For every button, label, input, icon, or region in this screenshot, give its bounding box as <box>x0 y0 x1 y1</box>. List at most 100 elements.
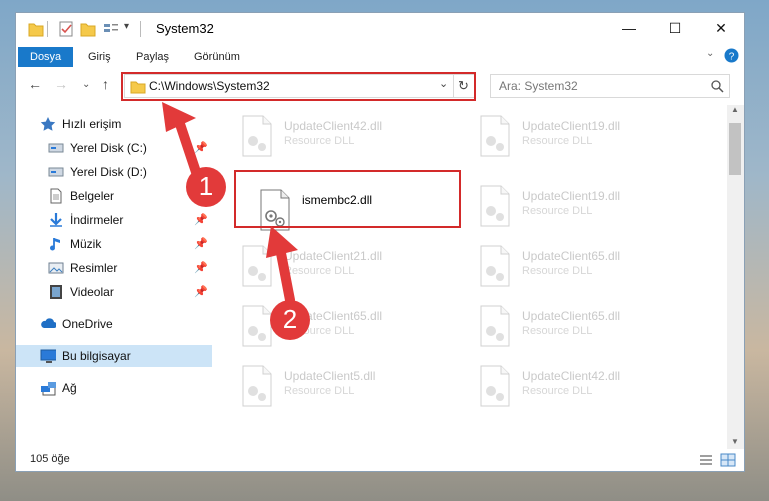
svg-text:?: ? <box>729 52 735 63</box>
sidebar-item-local-disk-d[interactable]: Yerel Disk (D:) <box>16 161 212 183</box>
view-options-icon[interactable] <box>102 20 120 38</box>
cloud-icon <box>41 318 56 328</box>
sidebar-item-music[interactable]: Müzik 📌 <box>16 233 212 255</box>
file-item[interactable]: UpdateClient65.dll Resource DLL <box>470 301 690 353</box>
dll-file-icon <box>480 245 510 287</box>
file-item-ismembc2[interactable]: ismembc2.dll <box>250 185 470 237</box>
sidebar-item-documents[interactable]: Belgeler 📌 <box>16 185 212 207</box>
window-title: System32 <box>156 21 214 36</box>
sidebar-item-label: Belgeler <box>70 189 115 203</box>
scroll-up-icon[interactable]: ▲ <box>731 105 739 114</box>
file-item[interactable]: UpdateClient42.dll Resource DLL <box>470 361 690 413</box>
up-arrow-icon[interactable]: ↑ <box>102 76 109 92</box>
file-type: Resource DLL <box>522 205 593 217</box>
sidebar-item-label: Müzik <box>70 237 102 251</box>
help-icon[interactable]: ? <box>724 48 739 63</box>
videos-icon <box>50 285 62 299</box>
recent-locations-icon[interactable]: ⌄ <box>82 79 90 90</box>
folder-icon <box>130 81 146 94</box>
pin-icon: 📌 <box>194 214 208 226</box>
file-type: Resource DLL <box>522 325 593 337</box>
step-2-label: 2 <box>282 304 298 334</box>
sidebar-item-network[interactable]: Ağ <box>16 377 212 399</box>
file-name: UpdateClient5.dll <box>284 369 376 383</box>
sidebar-item-label: OneDrive <box>62 317 113 331</box>
close-icon: ✕ <box>715 19 727 36</box>
sidebar-item-label: Bu bilgisayar <box>62 349 131 363</box>
tab-home[interactable]: Giriş <box>88 47 111 67</box>
tab-view[interactable]: Görünüm <box>194 47 240 67</box>
sidebar-item-onedrive[interactable]: OneDrive <box>16 313 212 335</box>
dll-file-icon <box>480 365 510 407</box>
sidebar-item-local-disk-c[interactable]: Yerel Disk (C:) 📌 <box>16 137 212 159</box>
dll-file-icon <box>480 185 510 227</box>
tab-file[interactable]: Dosya <box>18 47 74 67</box>
drive-icon <box>48 167 64 177</box>
file-item[interactable]: UpdateClient19.dll Resource DLL <box>470 111 690 163</box>
pin-icon: 📌 <box>194 262 208 274</box>
dll-file-icon <box>242 115 272 157</box>
address-bar[interactable]: C:\Windows\System32 ⌄ ↻ <box>124 74 476 98</box>
search-input[interactable]: Ara: System32 <box>490 74 730 98</box>
large-icons-view-icon[interactable] <box>720 453 736 467</box>
navigation-pane: Hızlı erişim Yerel Disk (C:) 📌 Yerel Dis… <box>16 105 212 435</box>
details-view-icon[interactable] <box>698 453 714 467</box>
dll-file-icon <box>480 305 510 347</box>
back-arrow-icon[interactable]: ← <box>28 76 42 92</box>
file-name: UpdateClient42.dll <box>522 369 621 383</box>
vertical-scrollbar[interactable]: ▲ ▼ <box>727 105 744 451</box>
sidebar-item-label: Yerel Disk (D:) <box>70 165 147 179</box>
search-icon[interactable] <box>711 80 724 93</box>
sidebar-item-pictures[interactable]: Resimler 📌 <box>16 257 212 279</box>
file-item[interactable]: UpdateClient65.dll Resource DLL <box>232 301 452 353</box>
file-name: UpdateClient19.dll <box>522 189 621 203</box>
sidebar-item-label: Yerel Disk (C:) <box>70 141 147 155</box>
minimize-button[interactable]: — <box>606 13 652 43</box>
ribbon-expand-icon[interactable]: ⌄ <box>706 48 714 59</box>
close-button[interactable]: ✕ <box>698 13 744 43</box>
dll-file-icon <box>480 115 510 157</box>
address-dropdown-icon[interactable]: ⌄ <box>439 77 448 90</box>
sidebar-item-label: Hızlı erişim <box>62 117 122 131</box>
quick-access-dropdown-icon[interactable]: ▾ <box>124 21 129 32</box>
file-item[interactable]: UpdateClient65.dll Resource DLL <box>470 241 690 293</box>
pin-icon: 📌 <box>194 286 208 298</box>
explorer-window: ▾ System32 — ☐ ✕ Dosya Giriş Paylaş Görü… <box>15 12 745 472</box>
new-folder-icon[interactable] <box>80 20 96 38</box>
download-icon <box>50 213 62 227</box>
file-type: Resource DLL <box>284 385 355 397</box>
separator <box>140 21 141 37</box>
file-item[interactable]: UpdateClient19.dll Resource DLL <box>470 181 690 233</box>
file-name: UpdateClient65.dll <box>522 309 621 323</box>
step-1-label: 1 <box>198 171 214 201</box>
music-icon <box>50 238 60 251</box>
sidebar-item-this-pc[interactable]: Bu bilgisayar <box>16 345 212 367</box>
documents-icon <box>50 188 62 204</box>
file-name: UpdateClient65.dll <box>522 249 621 263</box>
refresh-icon[interactable]: ↻ <box>458 78 469 94</box>
ribbon: Dosya Giriş Paylaş Görünüm ⌄ ? <box>16 45 744 68</box>
scrollbar-thumb[interactable] <box>729 123 741 175</box>
file-item[interactable]: UpdateClient5.dll Resource DLL <box>232 361 452 413</box>
dll-file-icon <box>242 305 272 347</box>
file-type: Resource DLL <box>284 135 355 147</box>
sidebar-item-label: İndirmeler <box>70 213 124 227</box>
sidebar-item-quick-access[interactable]: Hızlı erişim <box>16 113 212 135</box>
sidebar-item-videos[interactable]: Videolar 📌 <box>16 281 212 303</box>
file-name: ismembc2.dll <box>302 193 373 207</box>
forward-arrow-icon[interactable]: → <box>54 76 68 92</box>
sidebar-item-label: Videolar <box>70 285 114 299</box>
search-placeholder: Ara: System32 <box>499 79 578 93</box>
file-item[interactable]: UpdateClient21.dll Resource DLL <box>232 241 452 293</box>
sidebar-item-downloads[interactable]: İndirmeler 📌 <box>16 209 212 231</box>
navigation-bar: ← → ⌄ ↑ C:\Windows\System32 ⌄ ↻ Ara: Sys… <box>16 67 744 105</box>
file-type: Resource DLL <box>284 265 355 277</box>
maximize-button[interactable]: ☐ <box>652 13 698 43</box>
file-item[interactable]: UpdateClient42.dll Resource DLL <box>232 111 452 163</box>
tab-share[interactable]: Paylaş <box>136 47 169 67</box>
network-icon <box>41 382 56 396</box>
properties-icon[interactable] <box>58 20 74 38</box>
scroll-down-icon[interactable]: ▼ <box>731 437 739 446</box>
address-path: C:\Windows\System32 <box>149 79 270 93</box>
status-bar: 105 öğe <box>16 449 744 471</box>
